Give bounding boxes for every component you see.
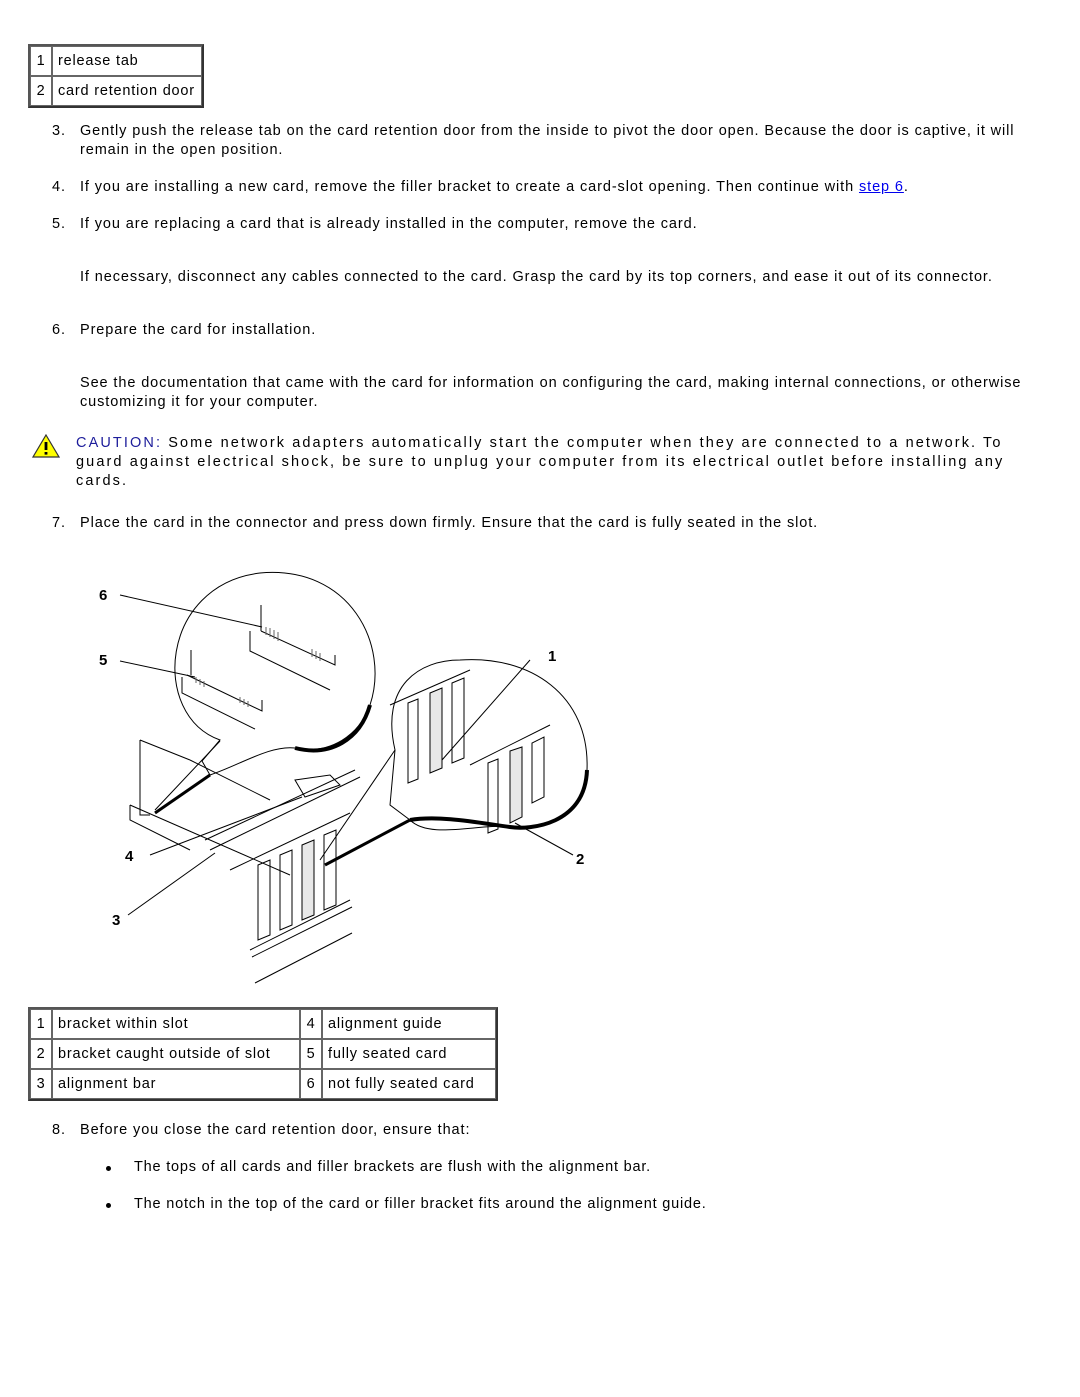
step-8: 8. Before you close the card retention d…: [52, 1121, 1052, 1140]
step-5: 5. If you are replacing a card that is a…: [52, 215, 1052, 234]
callout-2: 2: [576, 851, 586, 868]
caution-note: CAUTION: Some network adapters automatic…: [76, 434, 1036, 491]
callout-1: 1: [548, 648, 558, 665]
legend-label: alignment bar: [52, 1069, 300, 1099]
step-4: 4. If you are installing a new card, rem…: [52, 178, 1052, 197]
list-item: The notch in the top of the card or fill…: [106, 1195, 707, 1214]
legend-row: 3 alignment bar 6 not fully seated card: [30, 1069, 496, 1099]
legend-number: 6: [300, 1069, 322, 1099]
legend-label: bracket caught outside of slot: [52, 1039, 300, 1069]
step-5-note: If necessary, disconnect any cables conn…: [80, 269, 993, 285]
legend-row: 1 bracket within slot 4 alignment guide: [30, 1009, 496, 1039]
step-number: 7.: [52, 515, 66, 531]
legend-row: 2 bracket caught outside of slot 5 fully…: [30, 1039, 496, 1069]
step-3: 3. Gently push the release tab on the ca…: [52, 122, 1032, 160]
figure-legend-table: 1 bracket within slot 4 alignment guide …: [28, 1007, 498, 1101]
step-number: 5.: [52, 216, 66, 232]
legend-label: not fully seated card: [322, 1069, 496, 1099]
step-text: Prepare the card for installation.: [80, 322, 317, 338]
bullet-icon: [106, 1166, 111, 1171]
legend-row: 1 release tab: [30, 46, 202, 76]
legend-number: 2: [30, 76, 52, 106]
callout-5: 5: [99, 652, 109, 669]
legend-label: card retention door: [52, 76, 202, 106]
caution-label: CAUTION:: [76, 435, 163, 451]
step-number: 8.: [52, 1122, 66, 1138]
legend-label: release tab: [52, 46, 202, 76]
step-7: 7. Place the card in the connector and p…: [52, 514, 1052, 533]
release-tab-legend-table: 1 release tab 2 card retention door: [28, 44, 204, 108]
caution-text: Some network adapters automatically star…: [76, 435, 1005, 489]
step-number: 4.: [52, 179, 66, 195]
step-text-end: .: [903, 179, 909, 195]
card-installation-figure: 6 5 4 3 1 2: [90, 565, 610, 995]
step-6-note: See the documentation that came with the…: [80, 375, 1022, 410]
step-text: Before you close the card retention door…: [80, 1122, 471, 1138]
legend-number: 4: [300, 1009, 322, 1039]
legend-number: 1: [30, 46, 52, 76]
step-6: 6. Prepare the card for installation.: [52, 321, 1052, 340]
bullet-text: The tops of all cards and filler bracket…: [134, 1159, 651, 1175]
legend-label: bracket within slot: [52, 1009, 300, 1039]
step-number: 6.: [52, 322, 66, 338]
callout-6: 6: [99, 587, 109, 604]
callout-4: 4: [125, 848, 135, 865]
step-number: 3.: [52, 123, 66, 139]
legend-number: 3: [30, 1069, 52, 1099]
callout-3: 3: [112, 912, 122, 929]
legend-number: 5: [300, 1039, 322, 1069]
legend-number: 2: [30, 1039, 52, 1069]
bullet-icon: [106, 1203, 111, 1208]
step-text: Place the card in the connector and pres…: [80, 515, 819, 531]
step-text: Gently push the release tab on the card …: [80, 123, 1015, 158]
legend-label: fully seated card: [322, 1039, 496, 1069]
step-text: If you are replacing a card that is alre…: [80, 216, 698, 232]
bullet-text: The notch in the top of the card or fill…: [134, 1196, 707, 1212]
legend-row: 2 card retention door: [30, 76, 202, 106]
list-item: The tops of all cards and filler bracket…: [106, 1158, 651, 1177]
legend-label: alignment guide: [322, 1009, 496, 1039]
warning-triangle-icon: [31, 433, 61, 458]
legend-number: 1: [30, 1009, 52, 1039]
step-text: If you are installing a new card, remove…: [80, 179, 859, 195]
step-6-link[interactable]: step 6: [859, 179, 904, 195]
